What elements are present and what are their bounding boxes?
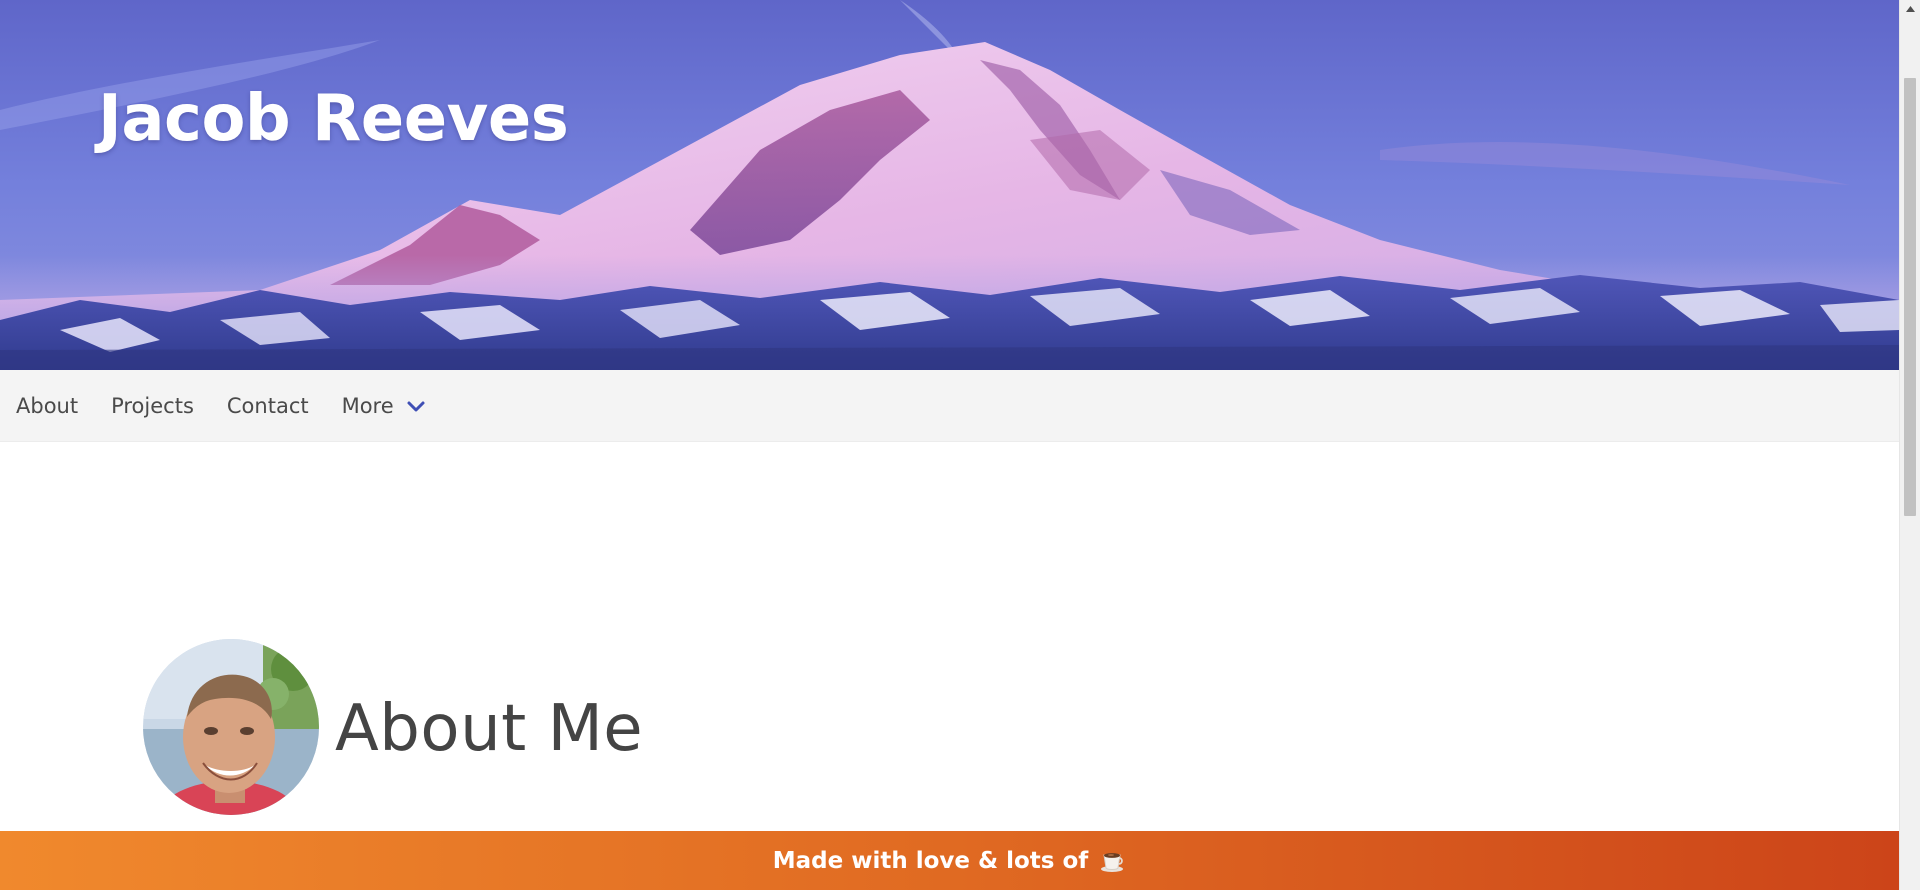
chevron-down-icon	[406, 396, 426, 416]
nav-label: Contact	[226, 393, 309, 418]
about-heading: About Me	[335, 692, 644, 766]
hero-banner: Jacob Reeves	[0, 0, 1899, 370]
nav-link-projects[interactable]: Projects	[111, 394, 194, 418]
nav-label: More	[341, 393, 394, 418]
coffee-icon	[1098, 847, 1126, 875]
footer-message: Made with love & lots of	[773, 847, 1127, 875]
footer: Made with love & lots of	[0, 831, 1899, 890]
nav-link-about[interactable]: About	[16, 394, 78, 418]
profile-photo-icon	[143, 639, 319, 815]
page: Jacob Reeves About Projects Contact More	[0, 0, 1899, 890]
nav-dropdown-more[interactable]: More	[342, 394, 426, 418]
scroll-up-arrow-icon[interactable]	[1900, 0, 1920, 17]
footer-text: Made with love & lots of	[772, 847, 1089, 874]
nav-label: About	[16, 393, 79, 418]
avatar	[143, 639, 319, 815]
mountain-illustration	[0, 0, 1899, 370]
scrollbar-thumb[interactable]	[1904, 78, 1916, 516]
vertical-scrollbar[interactable]	[1899, 0, 1920, 890]
nav-label: Projects	[111, 393, 194, 418]
browser-viewport: Jacob Reeves About Projects Contact More	[0, 0, 1920, 890]
main-nav: About Projects Contact More	[0, 370, 1899, 442]
about-section: About Me	[143, 639, 643, 815]
site-title: Jacob Reeves	[98, 82, 569, 156]
nav-link-contact[interactable]: Contact	[227, 394, 309, 418]
